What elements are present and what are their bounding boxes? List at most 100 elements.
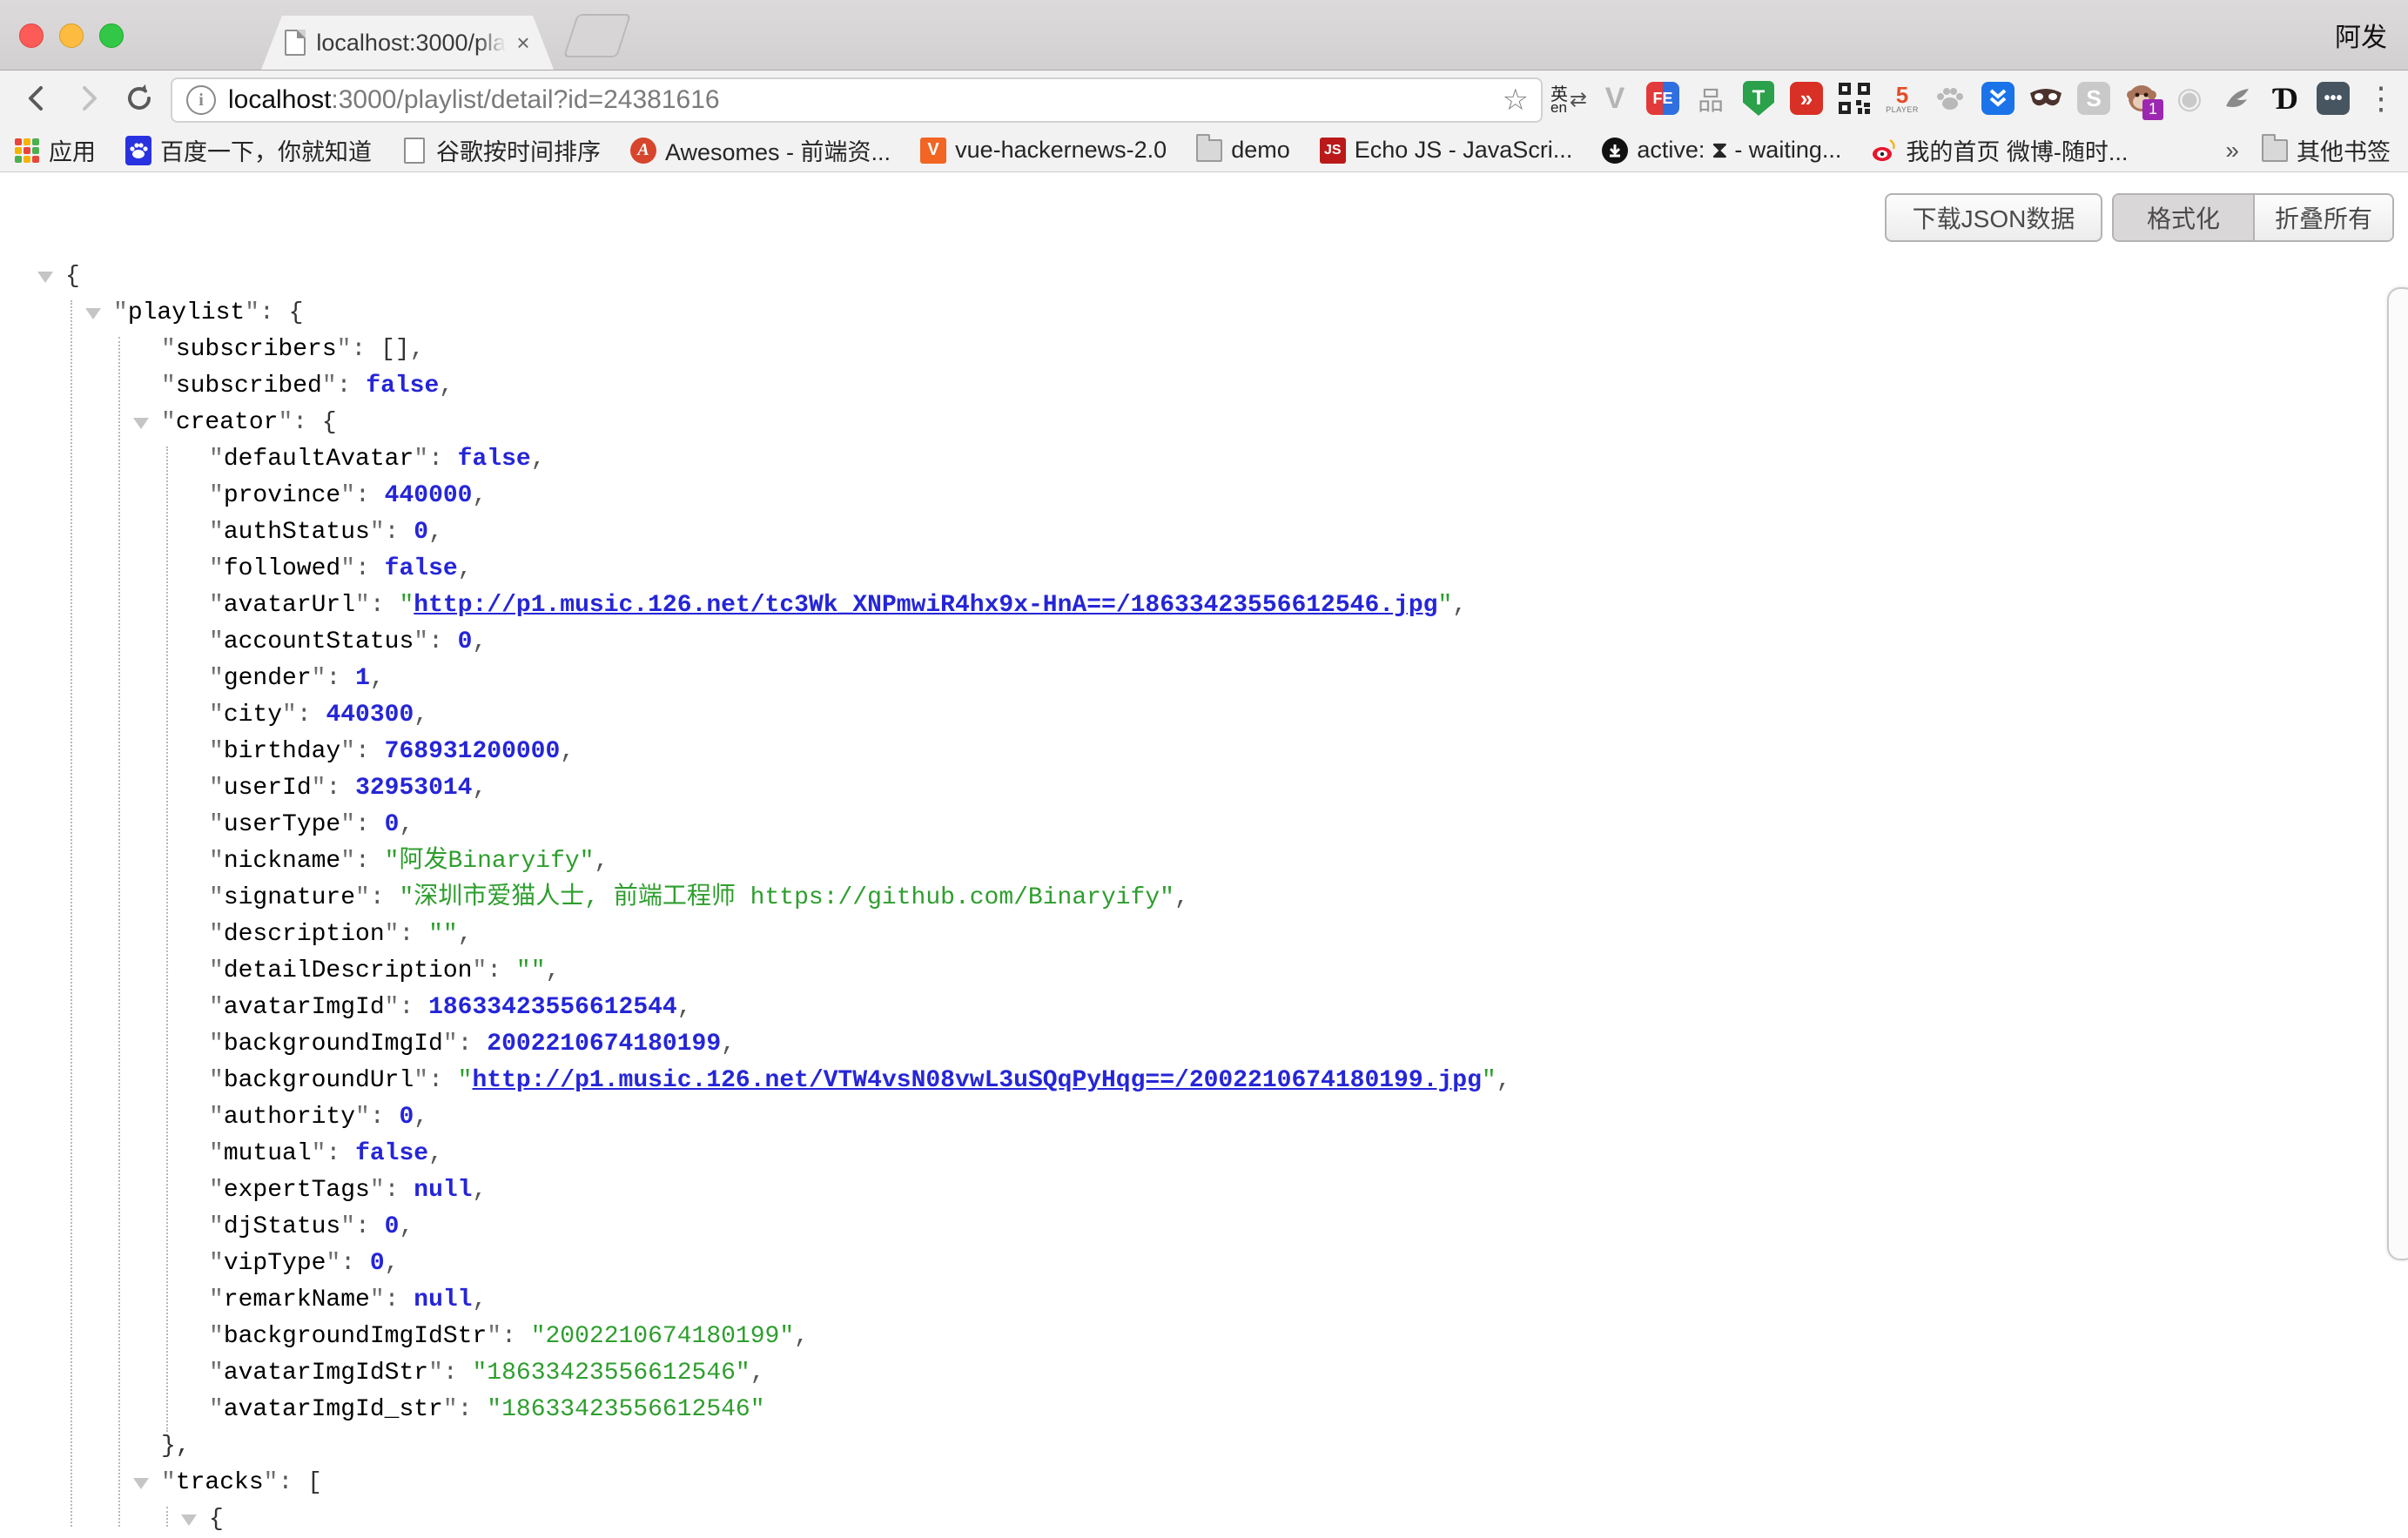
sitemap-extension-icon[interactable]: 品 — [1692, 80, 1729, 117]
bookmark-item[interactable]: 应用 — [14, 133, 96, 167]
bookmark-item[interactable]: 我的首页 微博-随时... — [1871, 133, 2128, 167]
json-line: "avatarImgIdStr": "18633423556612546", — [0, 1355, 2408, 1392]
bookmark-label: 我的首页 微博-随时... — [1906, 133, 2128, 167]
json-line: "userId": 32953014, — [0, 770, 2408, 807]
json-line: "province": 440000, — [0, 478, 2408, 514]
bookmarks-bar: 应用 百度一下，你就知道 谷歌按时间排序 AAwesomes - 前端资... Vvue… — [0, 129, 2408, 172]
folder-icon — [1196, 138, 1222, 164]
fastforward-extension-icon[interactable]: » — [1788, 80, 1825, 117]
titlebar: localhost:3000/playlist/detail? × 阿发 — [0, 0, 2408, 71]
json-line: "birthday": 768931200000, — [0, 734, 2408, 770]
json-line: "avatarImgId_str": "18633423556612546" — [0, 1392, 2408, 1428]
bookmark-star-icon[interactable]: ☆ — [1503, 85, 1529, 115]
zoom-window-button[interactable] — [99, 24, 124, 48]
bird-extension-icon[interactable] — [2219, 80, 2256, 117]
tab-favicon-page-icon — [285, 30, 306, 56]
bookmark-label: 百度一下，你就知道 — [160, 133, 372, 167]
collapse-toggle-icon[interactable] — [181, 1514, 197, 1526]
bookmark-item[interactable]: Vvue-hackernews-2.0 — [920, 137, 1167, 164]
qr-code-extension-icon[interactable] — [1836, 80, 1873, 117]
bookmark-label: Awesomes - 前端资... — [665, 133, 891, 167]
scrollbar-thumb[interactable] — [2387, 287, 2408, 1260]
mask-extension-icon[interactable] — [2028, 80, 2064, 117]
json-line: "city": 440300, — [0, 697, 2408, 734]
collapse-toggle-icon[interactable] — [85, 308, 101, 319]
json-line: "detailDescription": "", — [0, 953, 2408, 990]
s-extension-icon[interactable]: S — [2075, 80, 2112, 117]
reload-button[interactable] — [118, 77, 160, 119]
weibo-gray-extension-icon[interactable]: ◉ — [2171, 80, 2208, 117]
bookmark-item[interactable]: active: ⧗ - waiting... — [1602, 137, 1841, 165]
browser-toolbar: i localhost:3000/playlist/detail?id=2438… — [0, 71, 2408, 129]
echojs-icon: JS — [1320, 138, 1346, 164]
other-bookmarks-button[interactable]: 其他书签 — [2262, 133, 2391, 167]
html5-player-extension-icon[interactable]: 5PLAYER — [1884, 80, 1920, 117]
extensions-row: 英en⇄ V FE 品T » 5PLAYER S1 ◉ Ɗ ••• ⋮ — [1549, 76, 2399, 121]
weibo-icon — [1871, 138, 1897, 164]
collapse-toggle-icon[interactable] — [133, 1478, 149, 1489]
page-content: 下载JSON数据 格式化 折叠所有 {"playlist": {"subscri… — [0, 173, 2408, 1527]
back-button[interactable] — [16, 77, 57, 119]
json-line: "playlist": { — [0, 295, 2408, 332]
json-line: "vipType": 0, — [0, 1246, 2408, 1282]
baidu-icon — [125, 138, 151, 164]
page-info-icon[interactable]: i — [186, 85, 216, 115]
json-link[interactable]: http://p1.music.126.net/VTW4vsN08vwL3uSQ… — [472, 1067, 1481, 1094]
bookmark-item[interactable]: 百度一下，你就知道 — [125, 133, 372, 167]
blue-chevrons-extension-icon[interactable] — [1980, 80, 2016, 117]
url-text[interactable]: localhost:3000/playlist/detail?id=243816… — [228, 85, 720, 115]
d-extension-icon[interactable]: Ɗ — [2267, 80, 2304, 117]
json-line: "remarkName": null, — [0, 1282, 2408, 1319]
json-line: "backgroundUrl": "http://p1.music.126.ne… — [0, 1063, 2408, 1099]
json-line: "subscribers": [], — [0, 332, 2408, 368]
active-download-icon — [1602, 138, 1628, 164]
json-line: "followed": false, — [0, 551, 2408, 588]
bookmark-item[interactable]: 谷歌按时间排序 — [401, 133, 601, 167]
json-line: "authStatus": 0, — [0, 514, 2408, 551]
bookmark-item[interactable]: JSEcho JS - JavaScri... — [1320, 137, 1573, 164]
fe-extension-icon[interactable]: FE — [1645, 80, 1681, 117]
translate-extension-icon[interactable]: 英en⇄ — [1549, 80, 1585, 117]
forward-button[interactable] — [68, 77, 110, 119]
close-window-button[interactable] — [19, 24, 44, 48]
json-line: "tracks": [ — [0, 1465, 2408, 1501]
browser-menu-icon[interactable]: ⋮ — [2363, 80, 2399, 117]
vue-devtools-icon[interactable]: V — [1597, 80, 1633, 117]
shield-t-extension-icon[interactable]: T — [1740, 80, 1777, 117]
json-line: "expertTags": null, — [0, 1172, 2408, 1209]
json-line: }, — [0, 1428, 2408, 1465]
url-path: :3000/playlist/detail?id=24381616 — [331, 85, 719, 114]
json-line: "gender": 1, — [0, 661, 2408, 697]
traffic-lights — [19, 24, 124, 48]
json-line: "signature": "深圳市爱猫人士, 前端工程师 https://git… — [0, 880, 2408, 917]
folder-icon — [2262, 138, 2288, 164]
json-line: "accountStatus": 0, — [0, 624, 2408, 661]
json-line: "djStatus": 0, — [0, 1209, 2408, 1246]
bookmark-label: 应用 — [49, 133, 96, 167]
collapse-toggle-icon[interactable] — [37, 272, 53, 283]
json-line: "description": "", — [0, 917, 2408, 953]
minimize-window-button[interactable] — [59, 24, 84, 48]
bookmark-item[interactable]: demo — [1196, 137, 1290, 164]
vue-icon: V — [920, 138, 946, 164]
bookmark-item[interactable]: AAwesomes - 前端资... — [630, 133, 891, 167]
page-icon — [401, 138, 427, 164]
tampermonkey-extension-icon[interactable]: 1 — [2123, 80, 2160, 117]
tab-title: localhost:3000/playlist/detail? — [316, 30, 506, 57]
collapse-toggle-icon[interactable] — [133, 418, 149, 429]
json-line: "mutual": false, — [0, 1136, 2408, 1172]
address-bar[interactable]: i localhost:3000/playlist/detail?id=2438… — [171, 77, 1543, 123]
tab-close-icon[interactable]: × — [516, 31, 529, 54]
browser-tab[interactable]: localhost:3000/playlist/detail? × — [261, 16, 554, 70]
browser-profile-name: 阿发 — [2335, 16, 2387, 54]
json-link[interactable]: http://p1.music.126.net/tc3Wk_XNPmwiR4hx… — [414, 592, 1437, 619]
bookmarks-overflow-icon[interactable]: » — [2225, 137, 2239, 165]
dots-box-extension-icon[interactable]: ••• — [2315, 80, 2351, 117]
bookmark-label: vue-hackernews-2.0 — [955, 137, 1167, 164]
new-tab-button[interactable] — [563, 14, 631, 57]
json-line: "subscribed": false, — [0, 368, 2408, 405]
paw-extension-icon[interactable] — [1932, 80, 1968, 117]
json-line: "authority": 0, — [0, 1099, 2408, 1136]
bookmark-label: 谷歌按时间排序 — [436, 133, 601, 167]
json-line: { — [0, 259, 2408, 295]
